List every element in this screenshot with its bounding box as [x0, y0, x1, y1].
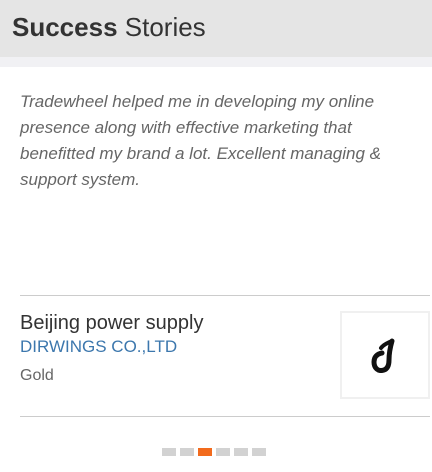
- membership-tier: Gold: [20, 367, 54, 384]
- carousel-page-dot-6[interactable]: [252, 448, 266, 456]
- testimonial-bottom-divider: [20, 416, 430, 417]
- section-title: Success Stories: [12, 11, 206, 43]
- carousel-pagination: [162, 448, 288, 456]
- section-header: Success Stories: [0, 0, 432, 57]
- vendor-link[interactable]: DIRWINGS CO.,LTD: [20, 336, 177, 358]
- carousel-page-dot-5[interactable]: [234, 448, 248, 456]
- testimonial-quote: Tradewheel helped me in developing my on…: [20, 92, 381, 189]
- carousel-page-dot-1[interactable]: [162, 448, 176, 456]
- company-logo[interactable]: [340, 311, 430, 399]
- carousel-page-dot-3[interactable]: [198, 448, 212, 456]
- carousel-page-dot-4[interactable]: [216, 448, 230, 456]
- header-divider-strip: [0, 57, 432, 67]
- carousel-page-dot-2[interactable]: [180, 448, 194, 456]
- section-title-regular: Stories: [124, 12, 206, 42]
- testimonial-company-name: Beijing power supply: [20, 312, 204, 334]
- testimonial-top-divider: [20, 295, 430, 296]
- section-title-bold: Success: [12, 12, 118, 42]
- dirwings-logo-icon: [371, 338, 395, 373]
